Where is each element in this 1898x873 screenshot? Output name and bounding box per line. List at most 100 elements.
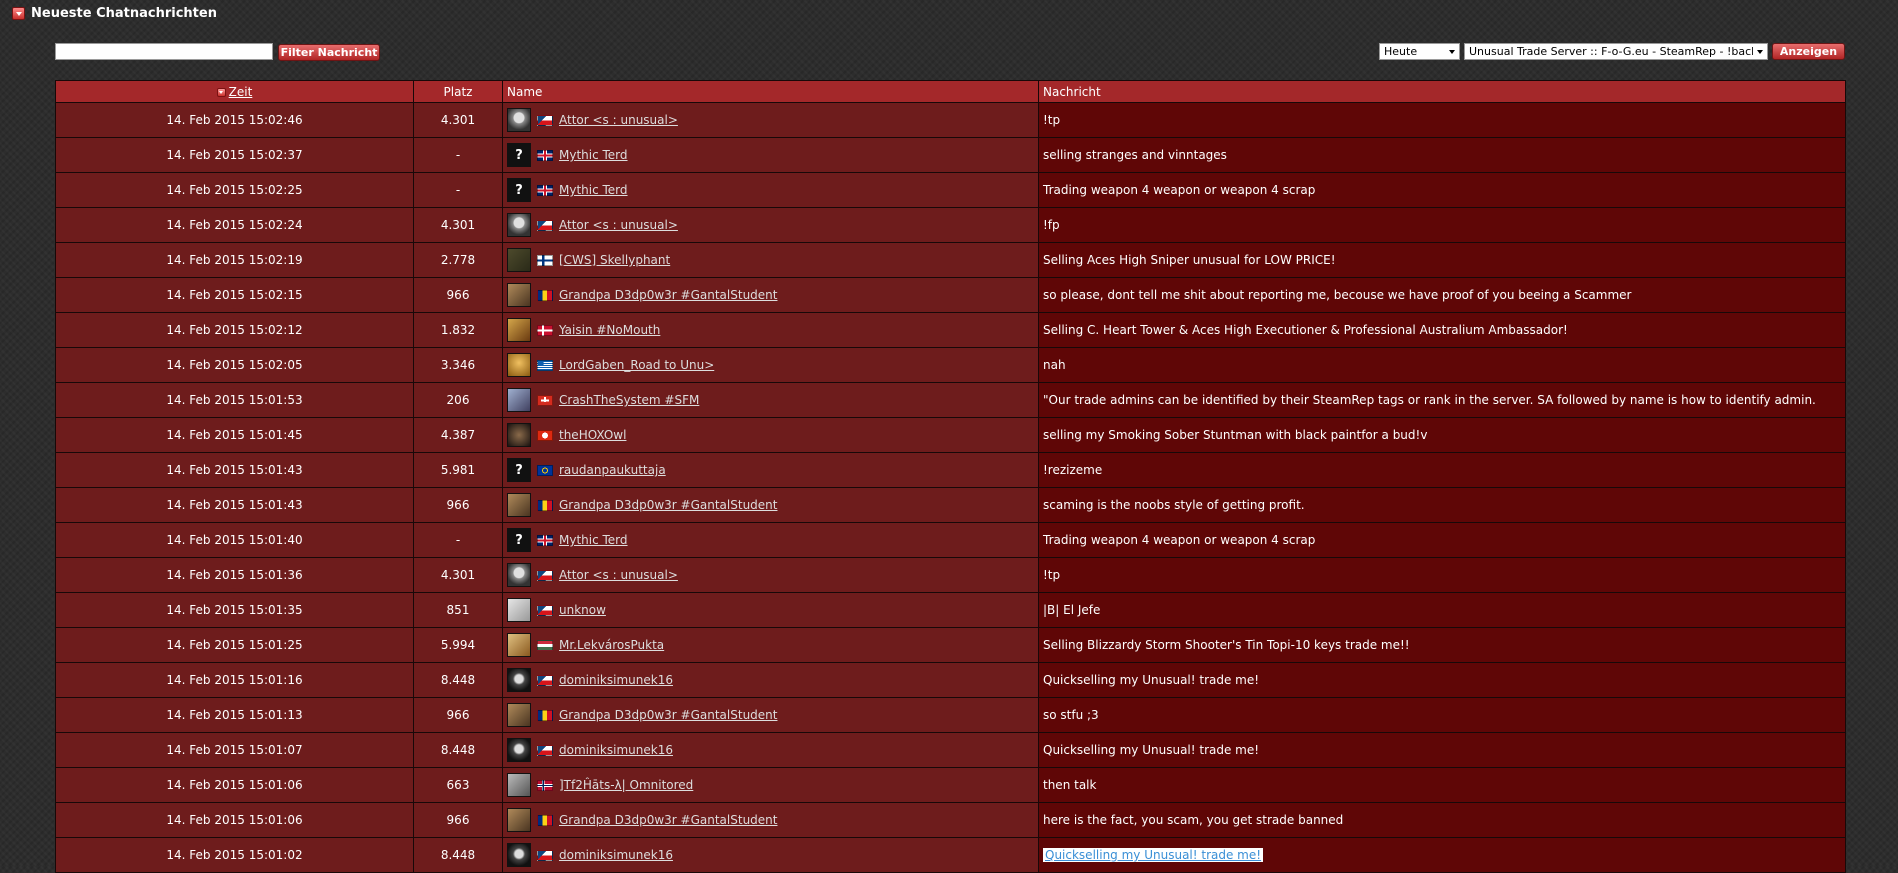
message-text: selling my Smoking Sober Stuntman with b… — [1043, 428, 1428, 442]
grandpa-avatar[interactable] — [507, 283, 531, 307]
message-cell: !tp — [1038, 102, 1846, 138]
player-rank: 966 — [413, 697, 503, 733]
flag-gb-icon — [537, 534, 553, 546]
player-name-link[interactable]: CrashTheSystem #SFM — [559, 393, 699, 407]
table-row: 14. Feb 2015 15:01:07 8.448 dominiksimunek… — [55, 732, 1846, 768]
table-row: 14. Feb 2015 15:01:35 851 unknow |B| El Jef… — [55, 592, 1846, 628]
message-text: !tp — [1043, 568, 1061, 582]
skull-avatar[interactable] — [507, 213, 531, 237]
player-name-link[interactable]: Mythic Terd — [559, 533, 628, 547]
message-time: 14. Feb 2015 15:02:46 — [55, 102, 414, 138]
player-rank: 3.346 — [413, 347, 503, 383]
player-name-link[interactable]: Mythic Terd — [559, 183, 628, 197]
table-row: 14. Feb 2015 15:02:12 1.832 Yaisin #NoMout… — [55, 312, 1846, 348]
message-cell: here is the fact, you scam, you get stra… — [1038, 802, 1846, 838]
message-text: so stfu ;3 — [1043, 708, 1099, 722]
yaisin-avatar[interactable] — [507, 318, 531, 342]
table-row: 14. Feb 2015 15:02:25-? Mythic Terd Tradin… — [55, 172, 1846, 208]
sort-desc-icon — [216, 87, 226, 97]
player-name-link[interactable]: Mr.LekvárosPukta — [559, 638, 664, 652]
player-name-link[interactable]: Attor <s : unusual> — [559, 218, 678, 232]
message-time: 14. Feb 2015 15:02:37 — [55, 137, 414, 173]
flag-cz-icon — [537, 744, 553, 756]
day-select[interactable]: Heute — [1379, 43, 1460, 60]
player-name-link[interactable]: dominiksimunek16 — [559, 848, 673, 862]
table-row: 14. Feb 2015 15:01:06 966 Grandpa D3dp0w3r… — [55, 802, 1846, 838]
player-name-link[interactable]: dominiksimunek16 — [559, 743, 673, 757]
lekvaros-avatar[interactable] — [507, 633, 531, 657]
message-text: Quickselling my Unusual! trade me! — [1043, 673, 1260, 687]
message-text: Trading weapon 4 weapon or weapon 4 scra… — [1043, 533, 1316, 547]
omni-avatar[interactable] — [507, 773, 531, 797]
flag-dk-icon — [537, 324, 553, 336]
flag-gr-icon — [537, 359, 553, 371]
player-name-link[interactable]: LordGaben_Road to Unu> — [559, 358, 714, 372]
filter-message-input[interactable] — [55, 43, 273, 60]
player-name-link[interactable]: Yaisin #NoMouth — [559, 323, 660, 337]
column-header-time[interactable]: Zeit — [55, 80, 414, 103]
grandpa-avatar[interactable] — [507, 808, 531, 832]
collapse-icon[interactable] — [12, 7, 25, 20]
player-name-link[interactable]: [CWS] Skellyphant — [559, 253, 670, 267]
unknown-avatar[interactable]: ? — [507, 143, 531, 167]
message-cell: selling stranges and vinntages — [1038, 137, 1846, 173]
table-row: 14. Feb 2015 15:01:36 4.301 Attor <s : unu… — [55, 557, 1846, 593]
player-name-link[interactable]: dominiksimunek16 — [559, 673, 673, 687]
player-rank: 966 — [413, 487, 503, 523]
player-rank: 4.301 — [413, 557, 503, 593]
player-name-link[interactable]: Grandpa D3dp0w3r #GantalStudent — [559, 708, 777, 722]
skull-avatar[interactable] — [507, 563, 531, 587]
player-rank: 5.994 — [413, 627, 503, 663]
server-select[interactable]: Unusual Trade Server :: F-o-G.eu - Steam… — [1464, 43, 1768, 60]
column-header-name: Name — [502, 80, 1039, 103]
table-row: 14. Feb 2015 15:01:40-? Mythic Terd Tradin… — [55, 522, 1846, 558]
show-button[interactable]: Anzeigen — [1772, 43, 1845, 60]
player-name-link[interactable]: Attor <s : unusual> — [559, 568, 678, 582]
player-name-link[interactable]: Attor <s : unusual> — [559, 113, 678, 127]
paper-avatar[interactable] — [507, 598, 531, 622]
table-row: 14. Feb 2015 15:01:43 966 Grandpa D3dp0w3r… — [55, 487, 1846, 523]
table-row: 14. Feb 2015 15:02:46 4.301 Attor <s : unu… — [55, 102, 1846, 138]
player-rank: 4.301 — [413, 102, 503, 138]
player-cell: Attor <s : unusual> — [502, 207, 1039, 243]
message-cell: Quickselling my Unusual! trade me! — [1038, 732, 1846, 768]
dominik-avatar[interactable] — [507, 843, 531, 867]
player-cell: dominiksimunek16 — [502, 837, 1039, 873]
player-name-link[interactable]: raudanpaukuttaja — [559, 463, 666, 477]
message-cell: so please, dont tell me shit about repor… — [1038, 277, 1846, 313]
player-name-link[interactable]: unknow — [559, 603, 606, 617]
player-cell: Yaisin #NoMouth — [502, 312, 1039, 348]
crash-avatar[interactable] — [507, 388, 531, 412]
owl-avatar[interactable] — [507, 423, 531, 447]
player-name-link[interactable]: Grandpa D3dp0w3r #GantalStudent — [559, 498, 777, 512]
chevron-down-icon — [1753, 44, 1767, 59]
player-name-link[interactable]: Grandpa D3dp0w3r #GantalStudent — [559, 288, 777, 302]
skull-avatar[interactable] — [507, 108, 531, 132]
grandpa-avatar[interactable] — [507, 493, 531, 517]
dominik-avatar[interactable] — [507, 738, 531, 762]
unknown-avatar[interactable]: ? — [507, 528, 531, 552]
player-cell: Grandpa D3dp0w3r #GantalStudent — [502, 487, 1039, 523]
player-name-link[interactable]: Grandpa D3dp0w3r #GantalStudent — [559, 813, 777, 827]
player-name-link[interactable]: ]Tf2Ĥāts-λ| Omnitored — [559, 778, 693, 792]
sort-by-time-link[interactable]: Zeit — [229, 85, 253, 99]
player-rank: 966 — [413, 277, 503, 313]
message-cell: Selling Blizzardy Storm Shooter's Tin To… — [1038, 627, 1846, 663]
dominik-avatar[interactable] — [507, 668, 531, 692]
message-text: here is the fact, you scam, you get stra… — [1043, 813, 1344, 827]
flag-cz-icon — [537, 114, 553, 126]
grandpa-avatar[interactable] — [507, 703, 531, 727]
flag-ch-icon — [537, 394, 553, 406]
table-row: 14. Feb 2015 15:01:25 5.994 Mr.LekvárosPuk… — [55, 627, 1846, 663]
unknown-avatar[interactable]: ? — [507, 458, 531, 482]
filter-message-button[interactable]: Filter Nachricht — [278, 44, 380, 61]
unknown-avatar[interactable]: ? — [507, 178, 531, 202]
player-cell: dominiksimunek16 — [502, 662, 1039, 698]
player-name-link[interactable]: Mythic Terd — [559, 148, 628, 162]
player-cell: LordGaben_Road to Unu> — [502, 347, 1039, 383]
soldier-avatar[interactable] — [507, 248, 531, 272]
player-name-link[interactable]: theHOXOwl — [559, 428, 626, 442]
player-rank: 5.981 — [413, 452, 503, 488]
section-title: Neueste Chatnachrichten — [31, 6, 217, 21]
gaben-avatar[interactable] — [507, 353, 531, 377]
